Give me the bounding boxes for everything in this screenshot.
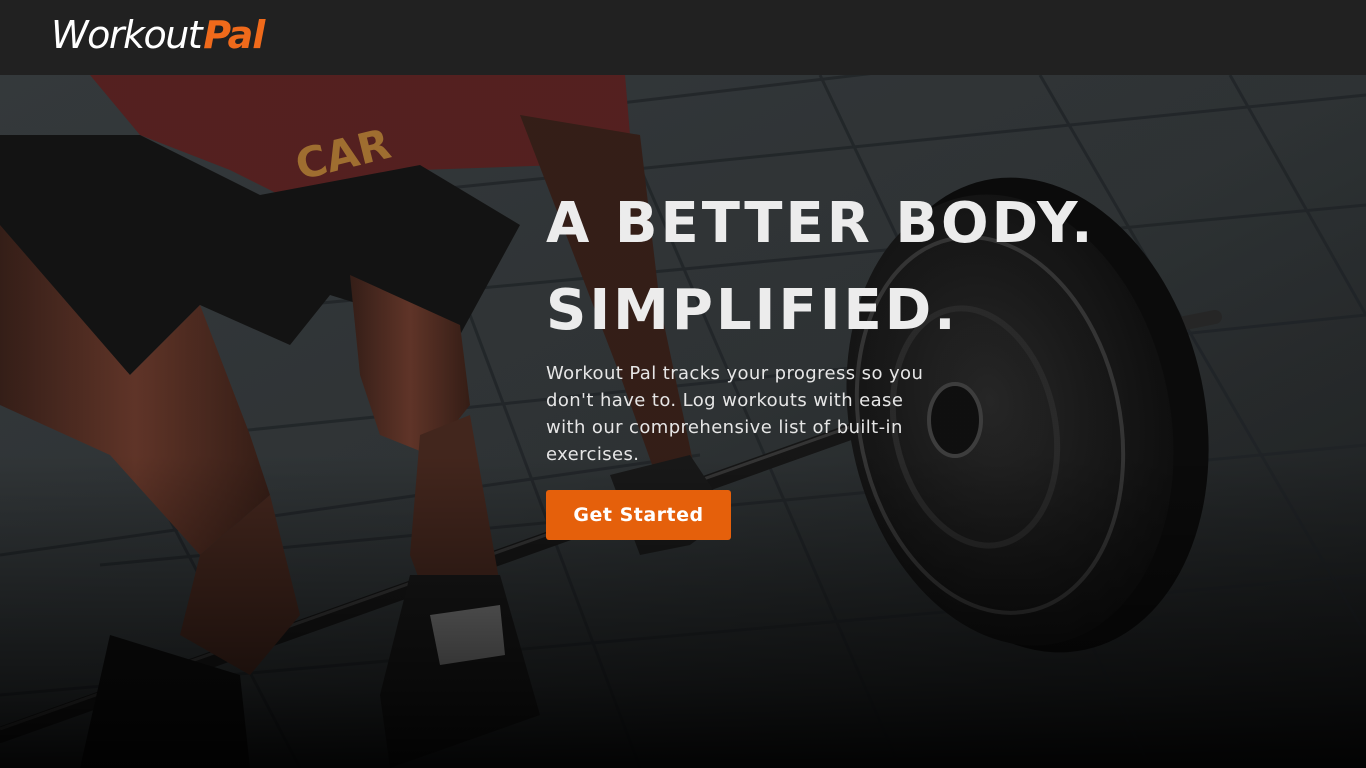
get-started-button[interactable]: Get Started — [546, 490, 731, 540]
hero-headline: A BETTER BODY. SIMPLIFIED. — [546, 180, 1146, 354]
navbar: Workout Pal — [0, 0, 1366, 75]
logo-text-pal: Pal — [203, 13, 265, 57]
hero-section: CAR A BETTER BODY. SIMPLIFIED. Workout P… — [0, 75, 1366, 768]
hero-description: Workout Pal tracks your progress so you … — [546, 363, 924, 465]
hero-content: A BETTER BODY. SIMPLIFIED. Workout Pal t… — [546, 180, 1146, 540]
logo-text-workout: Workout — [51, 13, 203, 57]
headline-line-2: SIMPLIFIED. — [546, 278, 959, 343]
logo[interactable]: Workout Pal — [51, 13, 265, 57]
headline-line-1: A BETTER BODY. — [546, 191, 1096, 256]
